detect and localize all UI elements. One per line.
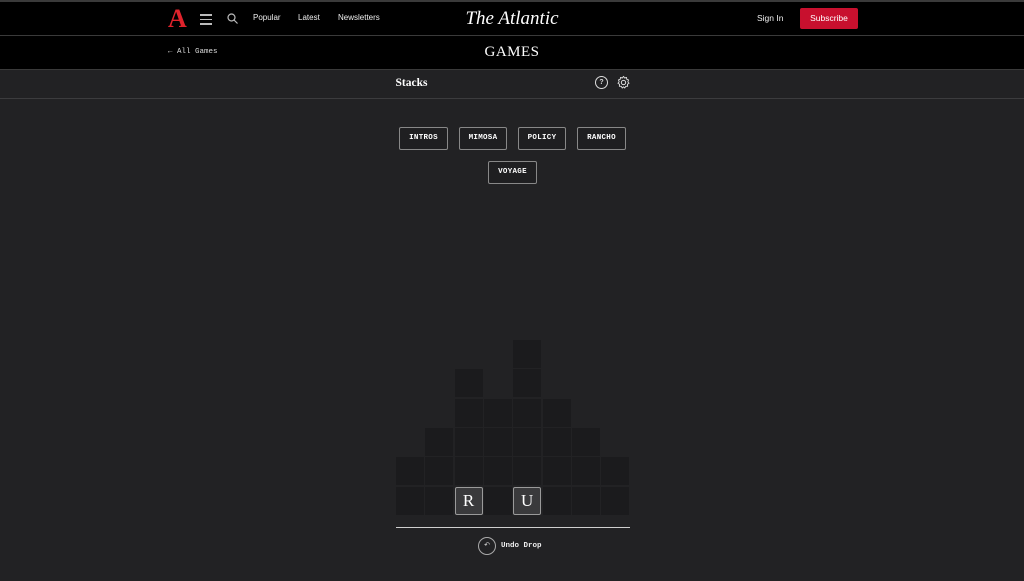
word-chip-intros[interactable]: INTROS	[399, 127, 448, 150]
games-bar: ← All Games GAMES	[0, 36, 1024, 70]
letter-tile[interactable]: U	[513, 486, 542, 515]
grid-slot[interactable]	[483, 486, 512, 515]
grid-slot[interactable]	[396, 486, 424, 515]
grid-slot[interactable]	[483, 427, 512, 456]
word-chip-rancho[interactable]: RANCHO	[577, 127, 626, 150]
word-chip-mimosa[interactable]: MIMOSA	[459, 127, 507, 150]
help-icon[interactable]: ?	[595, 76, 608, 89]
grid-slot[interactable]	[513, 398, 542, 427]
word-chip-voyage[interactable]: VOYAGE	[488, 161, 537, 184]
grid-slot[interactable]	[542, 398, 571, 427]
grid-slot[interactable]	[425, 457, 454, 486]
grid-slot[interactable]	[542, 457, 571, 486]
grid-slot[interactable]	[454, 398, 483, 427]
games-title[interactable]: GAMES	[0, 44, 1024, 61]
game-header: Stacks ?	[0, 70, 1024, 99]
grid-slot[interactable]	[396, 457, 424, 486]
undo-drop-label: Undo Drop	[501, 542, 542, 550]
stack-grid: RU	[396, 340, 630, 515]
sign-in-link[interactable]: Sign In	[757, 13, 783, 23]
grid-slot[interactable]	[601, 486, 630, 515]
grid-slot[interactable]	[483, 457, 512, 486]
grid-slot[interactable]	[513, 340, 542, 368]
grid-slot[interactable]	[483, 398, 512, 427]
undo-drop-button[interactable]: ↶ Undo Drop	[478, 537, 542, 555]
grid-slot[interactable]	[571, 427, 600, 456]
grid-slot[interactable]	[601, 457, 630, 486]
site-title[interactable]: The Atlantic	[0, 8, 1024, 30]
game-title: Stacks	[395, 77, 428, 89]
grid-slot[interactable]	[542, 486, 571, 515]
word-chip-policy[interactable]: POLICY	[518, 127, 566, 150]
subscribe-button[interactable]: Subscribe	[800, 8, 858, 29]
grid-baseline	[396, 527, 630, 528]
undo-arrow-icon: ↶	[478, 537, 496, 555]
gear-icon[interactable]	[616, 75, 631, 90]
grid-slot[interactable]	[454, 369, 483, 398]
top-navigation-bar: A Popular Latest Newsletters The Atlanti…	[0, 0, 1024, 36]
grid-slot[interactable]	[454, 427, 483, 456]
grid-slot[interactable]	[425, 486, 454, 515]
grid-slot[interactable]	[571, 486, 600, 515]
letter-tile[interactable]: R	[454, 486, 483, 515]
grid-slot[interactable]	[571, 457, 600, 486]
grid-slot[interactable]	[454, 457, 483, 486]
grid-slot[interactable]	[513, 457, 542, 486]
grid-slot[interactable]	[513, 427, 542, 456]
grid-slot[interactable]	[513, 369, 542, 398]
grid-slot[interactable]	[425, 427, 454, 456]
grid-slot[interactable]	[542, 427, 571, 456]
